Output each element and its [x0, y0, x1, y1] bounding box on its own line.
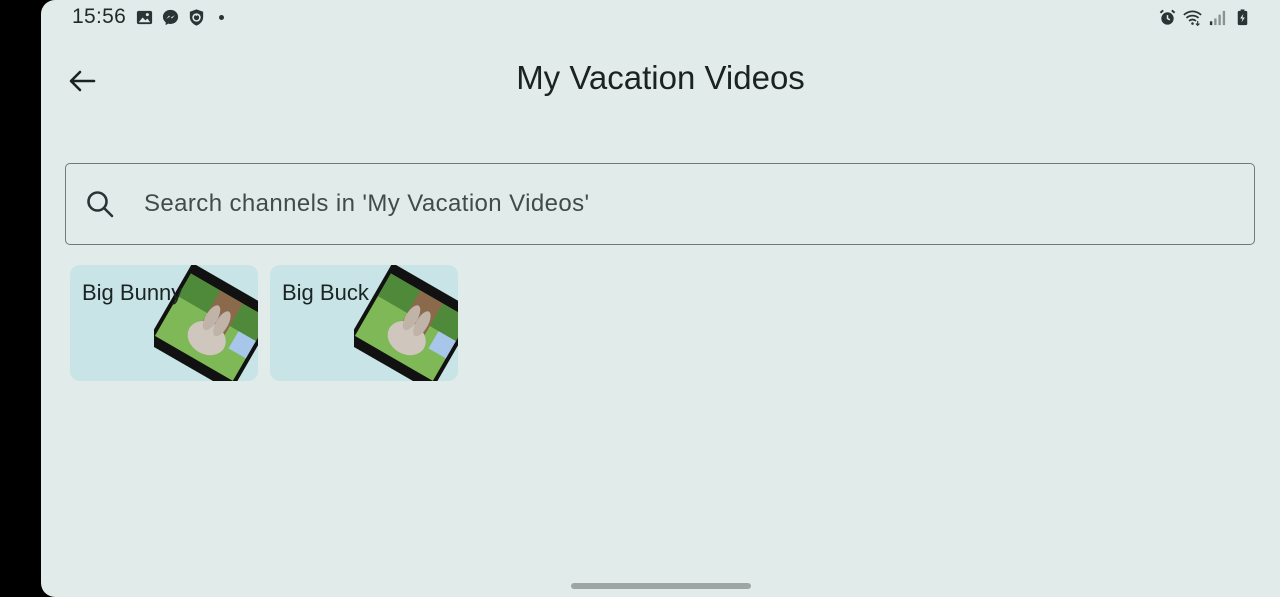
home-indicator[interactable] — [571, 583, 751, 589]
status-system-icons — [1158, 8, 1252, 27]
channel-name: Big Buck — [282, 280, 369, 305]
status-time: 15:56 — [72, 5, 127, 28]
battery-icon — [1237, 9, 1248, 26]
search-field[interactable] — [65, 163, 1255, 245]
page-title: My Vacation Videos — [41, 59, 1280, 97]
shield-icon — [189, 9, 204, 26]
search-icon — [87, 191, 114, 218]
messenger-icon — [162, 9, 179, 26]
channel-list: Big Bunny Big Buck — [70, 265, 458, 381]
app-screen: 15:56 My Vacation Videos Search channels… — [41, 0, 1280, 597]
image-icon — [136, 10, 153, 25]
channel-name: Big Bunny — [82, 280, 183, 305]
signal-icon — [1209, 10, 1226, 26]
notification-dot — [219, 15, 224, 20]
status-notification-icons — [135, 8, 224, 27]
status-bar: 15:56 — [41, 0, 1280, 34]
search-input[interactable] — [142, 189, 1226, 219]
alarm-icon — [1159, 9, 1176, 25]
wifi-icon — [1183, 10, 1202, 27]
video-thumbnail-icon — [354, 265, 458, 381]
channel-card-big-buck[interactable]: Big Buck — [270, 265, 458, 381]
channel-card-big-bunny[interactable]: Big Bunny — [70, 265, 258, 381]
page-title-text: My Vacation Videos — [516, 59, 805, 96]
